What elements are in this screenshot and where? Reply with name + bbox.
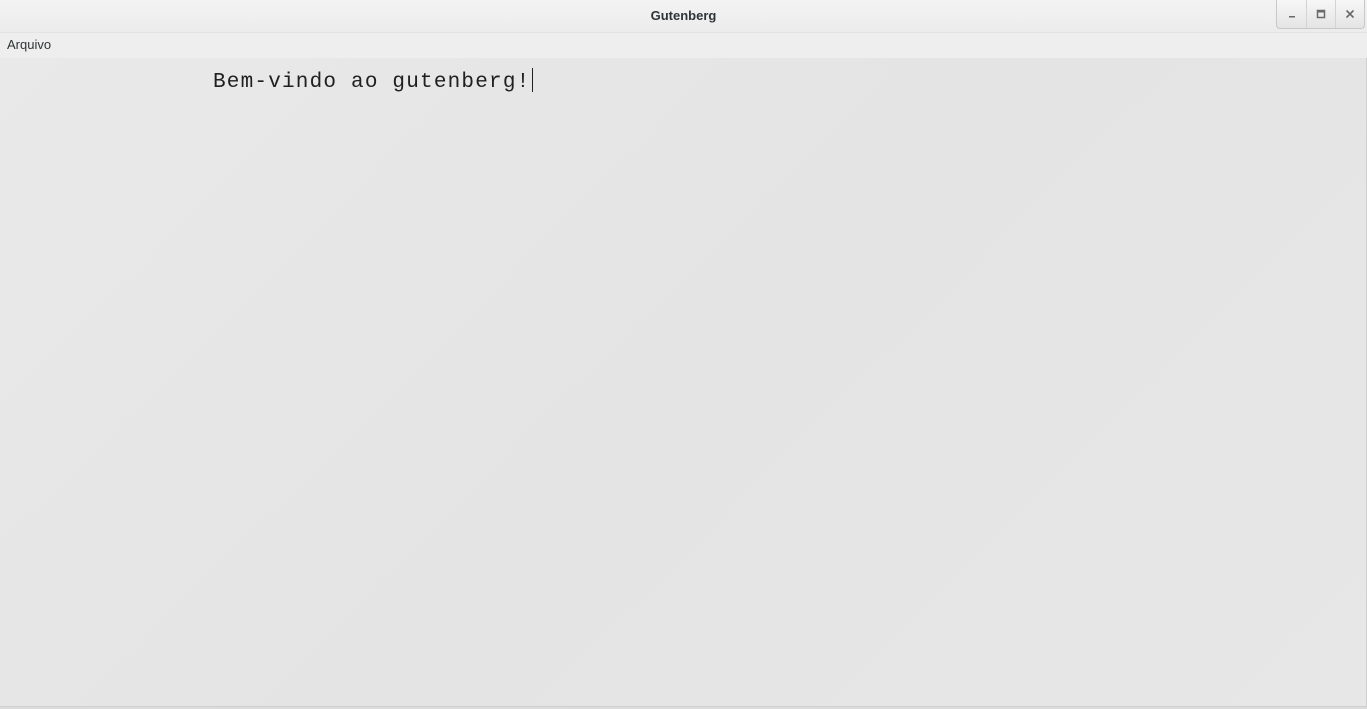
app-window: Gutenberg Arquivo Bem-vindo ao gutenberg…: [0, 0, 1367, 709]
editor-content[interactable]: Bem-vindo ao gutenberg!: [213, 68, 534, 94]
editor-text-line: Bem-vindo ao gutenberg!: [213, 71, 531, 94]
maximize-icon: [1316, 9, 1326, 19]
minimize-icon: [1288, 16, 1295, 18]
window-title: Gutenberg: [650, 8, 717, 23]
maximize-button[interactable]: [1306, 0, 1335, 28]
menu-arquivo[interactable]: Arquivo: [7, 37, 51, 52]
menu-bar: Arquivo: [0, 33, 1367, 58]
window-controls: [1276, 0, 1365, 29]
close-button[interactable]: [1335, 0, 1364, 28]
close-icon: [1345, 9, 1355, 19]
text-editor[interactable]: Bem-vindo ao gutenberg!: [0, 58, 1367, 706]
text-caret: [532, 68, 534, 92]
minimize-button[interactable]: [1277, 0, 1306, 28]
title-bar[interactable]: Gutenberg: [0, 0, 1367, 33]
